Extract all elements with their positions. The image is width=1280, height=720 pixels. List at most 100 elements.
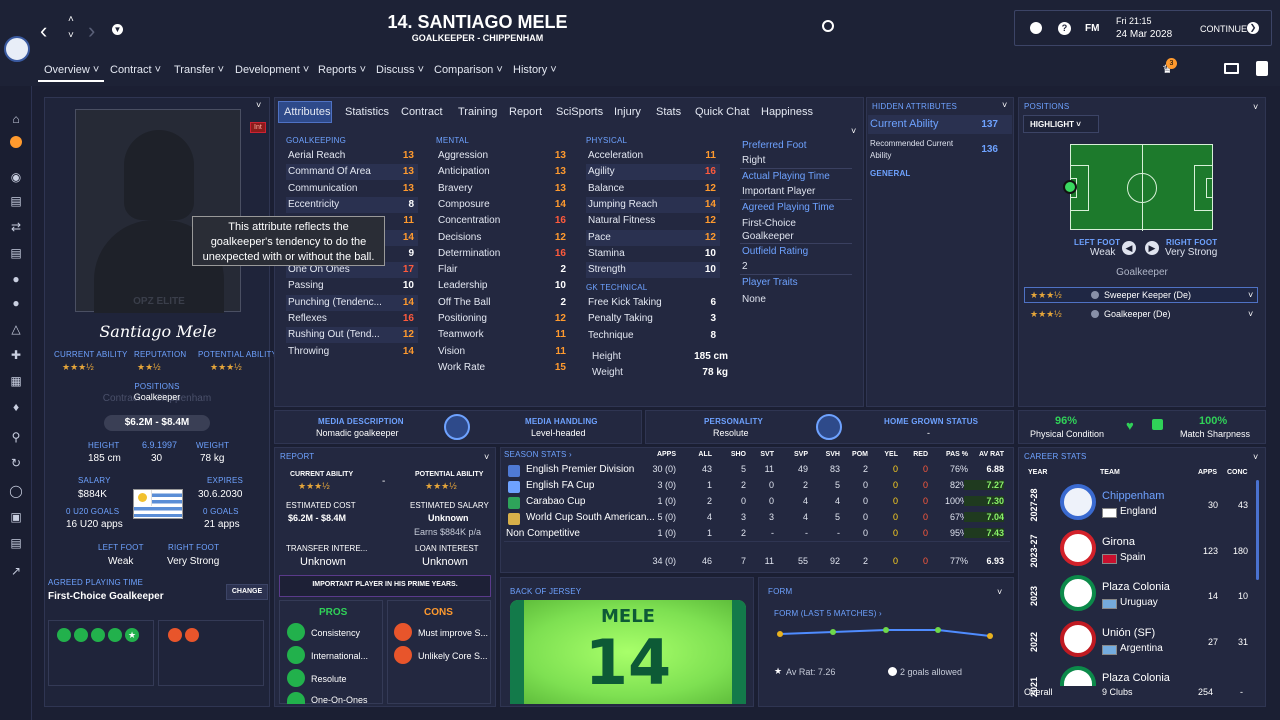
staff-icon[interactable]: ● — [8, 296, 24, 310]
refresh-icon[interactable]: ↻ — [8, 456, 24, 470]
attribute-row[interactable]: Natural Fitness 12 — [586, 213, 720, 229]
attribute-row[interactable]: Communication 13 — [286, 181, 418, 197]
profile-menu-icon[interactable]: ˅ — [256, 100, 261, 110]
form-menu-icon[interactable]: ˅ — [997, 587, 1002, 597]
report-menu-icon[interactable]: ˅ — [484, 452, 489, 462]
season-stats-column-header[interactable]: POM — [834, 451, 868, 458]
continue-arrow-icon[interactable]: ❯ — [1247, 22, 1259, 34]
bell-icon[interactable]: △ — [8, 322, 24, 336]
nav-development[interactable]: Development ˅ — [235, 64, 309, 76]
negative-trait-icon-1[interactable] — [168, 628, 182, 642]
club-badge-icon[interactable] — [1060, 529, 1096, 566]
tab-attributes-label[interactable]: Attributes — [284, 106, 330, 118]
graph-icon[interactable]: ↗ — [8, 564, 24, 578]
career-menu-icon[interactable]: ˅ — [1253, 452, 1258, 462]
trait-icon-4[interactable] — [108, 628, 122, 642]
transfers-icon[interactable]: ⇄ — [8, 220, 24, 234]
attribute-row[interactable]: Flair 2 — [436, 262, 570, 278]
trait-icon-3[interactable] — [91, 628, 105, 642]
help-icon[interactable]: ? — [1058, 22, 1071, 35]
career-scrollbar[interactable] — [1256, 480, 1259, 580]
screen-icon[interactable] — [1224, 63, 1239, 74]
role-2-chevron-icon[interactable]: ˅ — [1248, 309, 1253, 319]
attribute-row[interactable]: Off The Ball 2 — [436, 295, 570, 311]
nav-discuss[interactable]: Discuss ˅ — [376, 64, 424, 76]
competition-name[interactable]: Carabao Cup — [526, 496, 585, 507]
attributes-menu-icon[interactable]: ˅ — [851, 126, 856, 136]
nav-transfer[interactable]: Transfer ˅ — [174, 64, 224, 76]
attribute-row[interactable]: Punching (Tendenc... 14 — [286, 294, 418, 311]
highlight-dropdown[interactable]: HIGHLIGHT ˅ — [1023, 115, 1099, 133]
trophy-icon[interactable]: ♦ — [8, 400, 24, 414]
attribute-row[interactable]: Acceleration 11 — [586, 148, 720, 164]
attribute-row[interactable]: Work Rate 15 — [436, 360, 570, 376]
form-subtitle[interactable]: FORM (LAST 5 MATCHES) › — [774, 609, 882, 618]
club-badge-icon[interactable] — [1060, 484, 1096, 520]
attribute-row[interactable]: Eccentricity 8 — [286, 196, 418, 213]
documents-icon[interactable]: ▤ — [8, 194, 24, 208]
attribute-row[interactable]: Vision 11 — [436, 344, 570, 360]
trait-icon-1[interactable] — [57, 628, 71, 642]
paypal-icon[interactable] — [1256, 61, 1268, 76]
tab-report[interactable]: Report — [509, 106, 542, 118]
season-stats-column-header[interactable]: ALL — [678, 451, 712, 458]
back-arrow-icon[interactable]: ‹ — [40, 18, 47, 44]
attribute-row[interactable]: Passing 10 — [286, 278, 418, 294]
nav-comparison[interactable]: Comparison ˅ — [434, 64, 503, 76]
season-stats-column-header[interactable]: AV RAT — [970, 451, 1004, 458]
attribute-row[interactable]: Penalty Taking 3 — [586, 311, 720, 327]
tab-injury[interactable]: Injury — [614, 106, 641, 118]
briefcase-icon[interactable]: ▣ — [8, 510, 24, 524]
nav-contract[interactable]: Contract ˅ — [110, 64, 161, 76]
calendar-icon[interactable]: ▦ — [8, 374, 24, 388]
career-team[interactable]: Chippenham — [1102, 490, 1164, 502]
positions-menu-icon[interactable]: ˅ — [1253, 102, 1258, 112]
tab-quick-chat[interactable]: Quick Chat — [695, 106, 749, 118]
attribute-row[interactable]: Rushing Out (Tend... 12 — [286, 327, 418, 344]
career-team[interactable]: Plaza Colonia — [1102, 581, 1170, 593]
attribute-row[interactable]: Bravery 13 — [436, 181, 570, 197]
tab-statistics[interactable]: Statistics — [345, 106, 389, 118]
attribute-row[interactable]: Technique 8 — [586, 328, 720, 344]
fm-logo[interactable]: FM — [1085, 23, 1099, 34]
shield-icon[interactable]: ◯ — [8, 484, 24, 498]
tab-contract[interactable]: Contract — [401, 106, 443, 118]
attribute-row[interactable]: Positioning 12 — [436, 311, 570, 327]
ball-icon[interactable] — [1030, 22, 1042, 34]
career-team[interactable]: Girona — [1102, 536, 1135, 548]
attribute-row[interactable]: Concentration 16 — [436, 213, 570, 229]
squad-icon[interactable]: ◉ — [8, 170, 24, 184]
season-stats-column-header[interactable]: SVP — [774, 451, 808, 458]
finance-icon[interactable]: ▤ — [8, 536, 24, 550]
attribute-row[interactable]: Agility 16 — [586, 164, 720, 181]
career-team[interactable]: Plaza Colonia — [1102, 672, 1170, 684]
attribute-row[interactable]: Reflexes 16 — [286, 311, 418, 327]
tab-training[interactable]: Training — [458, 106, 497, 118]
attribute-row[interactable]: Composure 14 — [436, 197, 570, 213]
trait-star-icon[interactable]: ★ — [125, 628, 139, 642]
season-stats-column-header[interactable]: SVT — [740, 451, 774, 458]
attribute-row[interactable]: Determination 16 — [436, 246, 570, 262]
attribute-row[interactable]: Command Of Area 13 — [286, 164, 418, 181]
tab-stats[interactable]: Stats — [656, 106, 681, 118]
attribute-row[interactable]: Anticipation 13 — [436, 164, 570, 180]
role-1-chevron-icon[interactable]: ˅ — [1248, 290, 1253, 300]
nav-reports[interactable]: Reports ˅ — [318, 64, 366, 76]
club-icon[interactable] — [8, 136, 24, 150]
competition-name[interactable]: English Premier Division — [526, 464, 634, 475]
club-badge-icon[interactable] — [1060, 575, 1096, 611]
attribute-row[interactable]: Balance 12 — [586, 181, 720, 197]
tab-happiness[interactable]: Happiness — [761, 106, 813, 118]
season-stats-title[interactable]: SEASON STATS › — [504, 450, 572, 459]
medical-icon[interactable]: ✚ — [8, 348, 24, 362]
attribute-row[interactable]: Jumping Reach 14 — [586, 196, 720, 213]
career-team[interactable]: Unión (SF) — [1102, 627, 1155, 639]
attribute-row[interactable]: Stamina 10 — [586, 246, 720, 262]
nav-history[interactable]: History ˅ — [513, 64, 557, 76]
nav-overview[interactable]: Overview ˅ — [44, 64, 99, 76]
season-stats-column-header[interactable]: RED — [894, 451, 928, 458]
attribute-row[interactable]: Decisions 12 — [436, 230, 570, 246]
attribute-row[interactable]: Strength 10 — [586, 262, 720, 279]
change-button[interactable]: CHANGE — [226, 584, 268, 600]
dropdown-icon[interactable]: ▼ — [112, 24, 123, 35]
